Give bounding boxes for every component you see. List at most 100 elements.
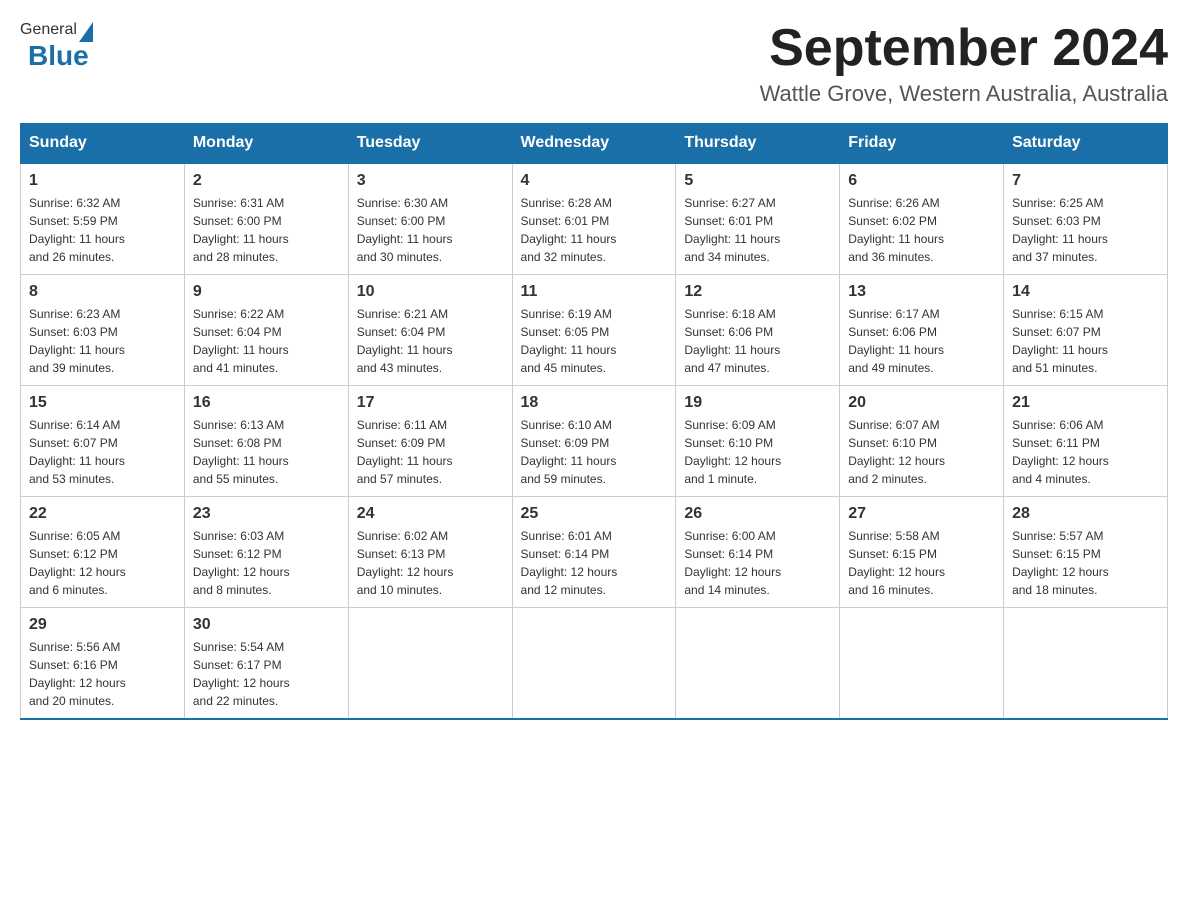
day-number: 3 [357, 172, 504, 190]
calendar-week-row: 29 Sunrise: 5:56 AMSunset: 6:16 PMDayligh… [21, 608, 1168, 720]
day-number: 9 [193, 283, 340, 301]
day-info: Sunrise: 6:18 AMSunset: 6:06 PMDaylight:… [684, 305, 831, 377]
calendar-day-cell: 16Sunrise: 6:13 AMSunset: 6:08 PMDayligh… [184, 386, 348, 497]
location-text: Wattle Grove, Western Australia, Austral… [760, 81, 1168, 107]
calendar-day-cell: 19 Sunrise: 6:09 AMSunset: 6:10 PMDayligh… [676, 386, 840, 497]
calendar-day-header: Wednesday [512, 124, 676, 164]
day-number: 12 [684, 283, 831, 301]
calendar-day-cell: 15Sunrise: 6:14 AMSunset: 6:07 PMDayligh… [21, 386, 185, 497]
calendar-day-header: Saturday [1004, 124, 1168, 164]
calendar-day-cell: 5 Sunrise: 6:27 AMSunset: 6:01 PMDaylight… [676, 163, 840, 275]
day-info: Sunrise: 6:11 AMSunset: 6:09 PMDaylight:… [357, 416, 504, 488]
calendar-day-header: Monday [184, 124, 348, 164]
calendar-day-cell: 4 Sunrise: 6:28 AMSunset: 6:01 PMDaylight… [512, 163, 676, 275]
day-number: 15 [29, 394, 176, 412]
day-info: Sunrise: 6:32 AMSunset: 5:59 PMDaylight:… [29, 194, 176, 266]
calendar-day-cell: 14 Sunrise: 6:15 AMSunset: 6:07 PMDayligh… [1004, 275, 1168, 386]
calendar-day-cell: 11 Sunrise: 6:19 AMSunset: 6:05 PMDayligh… [512, 275, 676, 386]
calendar-day-cell [1004, 608, 1168, 720]
calendar-day-header: Friday [840, 124, 1004, 164]
day-info: Sunrise: 6:23 AMSunset: 6:03 PMDaylight:… [29, 305, 176, 377]
calendar-day-cell: 8 Sunrise: 6:23 AMSunset: 6:03 PMDaylight… [21, 275, 185, 386]
calendar-week-row: 15Sunrise: 6:14 AMSunset: 6:07 PMDayligh… [21, 386, 1168, 497]
day-number: 8 [29, 283, 176, 301]
calendar-week-row: 1 Sunrise: 6:32 AMSunset: 5:59 PMDaylight… [21, 163, 1168, 275]
day-info: Sunrise: 5:58 AMSunset: 6:15 PMDaylight:… [848, 527, 995, 599]
day-number: 27 [848, 505, 995, 523]
day-number: 23 [193, 505, 340, 523]
calendar-week-row: 8 Sunrise: 6:23 AMSunset: 6:03 PMDaylight… [21, 275, 1168, 386]
logo: General Blue [20, 20, 95, 72]
day-number: 4 [521, 172, 668, 190]
day-number: 13 [848, 283, 995, 301]
day-info: Sunrise: 6:21 AMSunset: 6:04 PMDaylight:… [357, 305, 504, 377]
day-info: Sunrise: 6:17 AMSunset: 6:06 PMDaylight:… [848, 305, 995, 377]
day-number: 6 [848, 172, 995, 190]
calendar-day-header: Sunday [21, 124, 185, 164]
day-info: Sunrise: 6:27 AMSunset: 6:01 PMDaylight:… [684, 194, 831, 266]
day-number: 16 [193, 394, 340, 412]
day-info: Sunrise: 6:15 AMSunset: 6:07 PMDaylight:… [1012, 305, 1159, 377]
day-info: Sunrise: 6:07 AMSunset: 6:10 PMDaylight:… [848, 416, 995, 488]
day-info: Sunrise: 6:05 AMSunset: 6:12 PMDaylight:… [29, 527, 176, 599]
day-number: 5 [684, 172, 831, 190]
day-number: 21 [1012, 394, 1159, 412]
day-info: Sunrise: 6:00 AMSunset: 6:14 PMDaylight:… [684, 527, 831, 599]
calendar-day-cell: 3 Sunrise: 6:30 AMSunset: 6:00 PMDaylight… [348, 163, 512, 275]
day-info: Sunrise: 5:56 AMSunset: 6:16 PMDaylight:… [29, 638, 176, 710]
calendar-day-cell: 28 Sunrise: 5:57 AMSunset: 6:15 PMDayligh… [1004, 497, 1168, 608]
day-number: 28 [1012, 505, 1159, 523]
logo-blue-text: Blue [28, 40, 89, 71]
day-info: Sunrise: 6:09 AMSunset: 6:10 PMDaylight:… [684, 416, 831, 488]
day-number: 20 [848, 394, 995, 412]
calendar-day-cell: 20 Sunrise: 6:07 AMSunset: 6:10 PMDayligh… [840, 386, 1004, 497]
day-number: 17 [357, 394, 504, 412]
day-info: Sunrise: 6:19 AMSunset: 6:05 PMDaylight:… [521, 305, 668, 377]
day-number: 22 [29, 505, 176, 523]
day-info: Sunrise: 6:28 AMSunset: 6:01 PMDaylight:… [521, 194, 668, 266]
calendar-day-header: Thursday [676, 124, 840, 164]
logo-general-text: General [20, 21, 77, 39]
day-info: Sunrise: 6:02 AMSunset: 6:13 PMDaylight:… [357, 527, 504, 599]
day-number: 19 [684, 394, 831, 412]
day-number: 7 [1012, 172, 1159, 190]
logo-triangle-icon [79, 22, 93, 42]
day-number: 11 [521, 283, 668, 301]
day-number: 1 [29, 172, 176, 190]
calendar-day-cell [348, 608, 512, 720]
day-info: Sunrise: 6:31 AMSunset: 6:00 PMDaylight:… [193, 194, 340, 266]
calendar-day-cell: 25Sunrise: 6:01 AMSunset: 6:14 PMDayligh… [512, 497, 676, 608]
calendar-day-cell: 7 Sunrise: 6:25 AMSunset: 6:03 PMDaylight… [1004, 163, 1168, 275]
calendar-table: SundayMondayTuesdayWednesdayThursdayFrid… [20, 123, 1168, 720]
calendar-day-cell [676, 608, 840, 720]
calendar-day-cell: 9Sunrise: 6:22 AMSunset: 6:04 PMDaylight… [184, 275, 348, 386]
day-number: 2 [193, 172, 340, 190]
calendar-header-row: SundayMondayTuesdayWednesdayThursdayFrid… [21, 124, 1168, 164]
day-info: Sunrise: 6:10 AMSunset: 6:09 PMDaylight:… [521, 416, 668, 488]
calendar-week-row: 22 Sunrise: 6:05 AMSunset: 6:12 PMDayligh… [21, 497, 1168, 608]
day-number: 25 [521, 505, 668, 523]
calendar-day-cell: 29 Sunrise: 5:56 AMSunset: 6:16 PMDayligh… [21, 608, 185, 720]
calendar-day-cell: 26Sunrise: 6:00 AMSunset: 6:14 PMDayligh… [676, 497, 840, 608]
day-info: Sunrise: 6:26 AMSunset: 6:02 PMDaylight:… [848, 194, 995, 266]
calendar-day-cell: 17 Sunrise: 6:11 AMSunset: 6:09 PMDayligh… [348, 386, 512, 497]
calendar-day-cell [512, 608, 676, 720]
calendar-day-cell: 2 Sunrise: 6:31 AMSunset: 6:00 PMDaylight… [184, 163, 348, 275]
calendar-day-cell: 22 Sunrise: 6:05 AMSunset: 6:12 PMDayligh… [21, 497, 185, 608]
calendar-day-cell: 1 Sunrise: 6:32 AMSunset: 5:59 PMDaylight… [21, 163, 185, 275]
day-info: Sunrise: 6:03 AMSunset: 6:12 PMDaylight:… [193, 527, 340, 599]
day-number: 14 [1012, 283, 1159, 301]
calendar-day-cell: 21Sunrise: 6:06 AMSunset: 6:11 PMDayligh… [1004, 386, 1168, 497]
calendar-day-cell: 23 Sunrise: 6:03 AMSunset: 6:12 PMDayligh… [184, 497, 348, 608]
calendar-day-cell: 12 Sunrise: 6:18 AMSunset: 6:06 PMDayligh… [676, 275, 840, 386]
month-title: September 2024 [760, 20, 1168, 77]
calendar-day-cell: 30Sunrise: 5:54 AMSunset: 6:17 PMDayligh… [184, 608, 348, 720]
day-info: Sunrise: 5:57 AMSunset: 6:15 PMDaylight:… [1012, 527, 1159, 599]
day-number: 29 [29, 616, 176, 634]
day-info: Sunrise: 6:25 AMSunset: 6:03 PMDaylight:… [1012, 194, 1159, 266]
calendar-day-cell: 18 Sunrise: 6:10 AMSunset: 6:09 PMDayligh… [512, 386, 676, 497]
day-number: 24 [357, 505, 504, 523]
calendar-day-cell: 6 Sunrise: 6:26 AMSunset: 6:02 PMDaylight… [840, 163, 1004, 275]
day-number: 18 [521, 394, 668, 412]
day-info: Sunrise: 6:30 AMSunset: 6:00 PMDaylight:… [357, 194, 504, 266]
